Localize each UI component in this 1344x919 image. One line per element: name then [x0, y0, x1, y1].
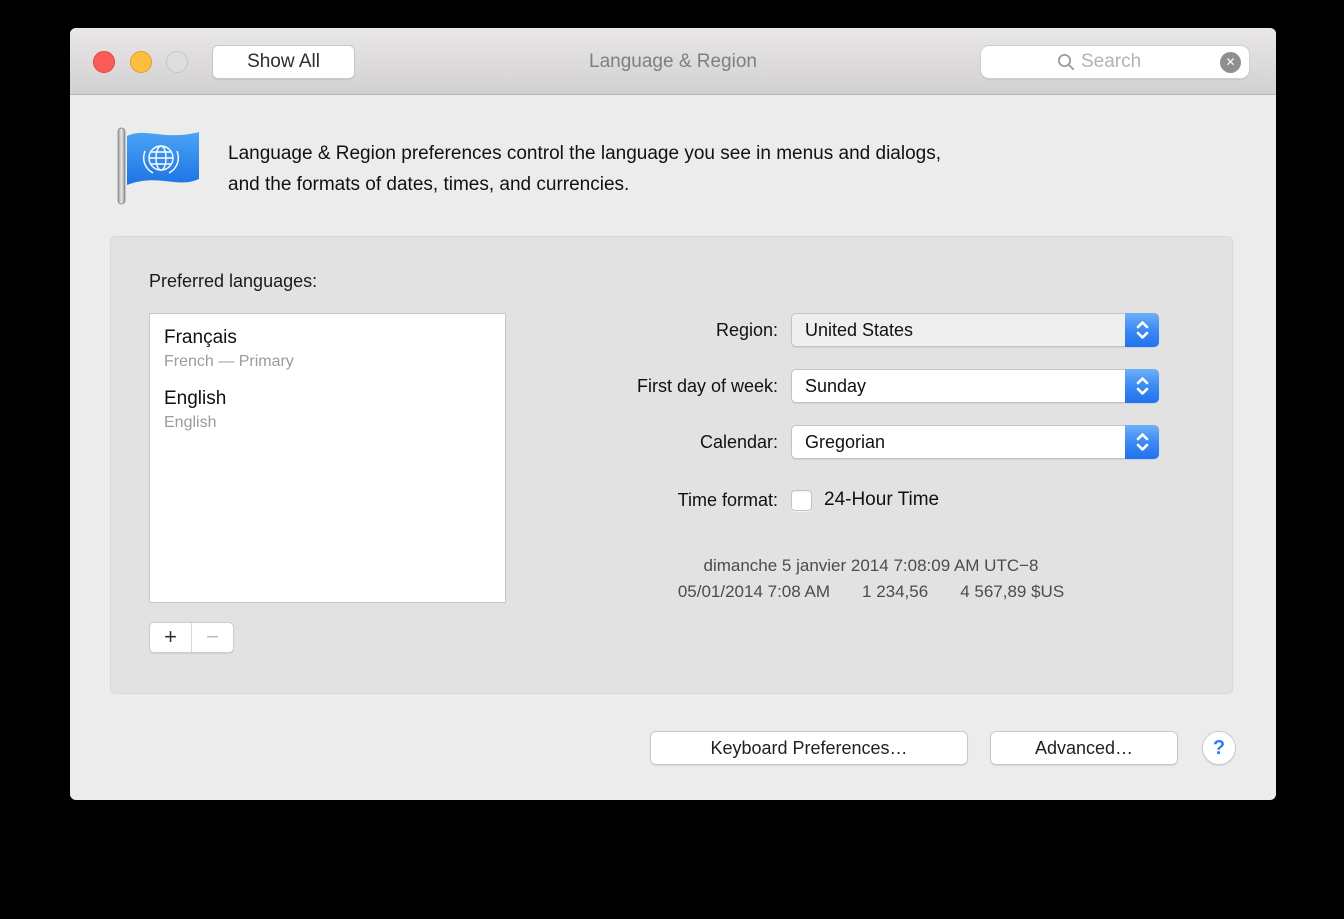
zoom-button-disabled: [166, 51, 188, 73]
help-button[interactable]: ?: [1202, 731, 1236, 765]
un-flag-icon: [111, 123, 203, 207]
add-language-button[interactable]: +: [150, 623, 191, 652]
advanced-button[interactable]: Advanced…: [990, 731, 1178, 765]
pane-description: Language & Region preferences control th…: [228, 138, 941, 200]
24-hour-time-checkbox[interactable]: [791, 490, 812, 511]
format-preview: dimanche 5 janvier 2014 7:08:09 AM UTC−8…: [541, 553, 1201, 605]
show-all-button[interactable]: Show All: [212, 45, 355, 79]
first-day-of-week-popup[interactable]: Sunday: [791, 369, 1159, 403]
popup-value: Sunday: [805, 370, 866, 402]
chevron-up-down-icon: [1125, 425, 1159, 459]
close-button[interactable]: [93, 51, 115, 73]
search-field[interactable]: ✕: [980, 45, 1250, 79]
minimize-button[interactable]: [130, 51, 152, 73]
region-label: Region:: [291, 313, 778, 347]
time-format-label: Time format:: [291, 485, 778, 515]
region-popup[interactable]: United States: [791, 313, 1159, 347]
preview-long-date: dimanche 5 janvier 2014 7:08:09 AM UTC−8: [541, 553, 1201, 579]
preferred-languages-label: Preferred languages:: [149, 271, 317, 292]
chevron-up-down-icon: [1125, 313, 1159, 347]
preferences-window: Show All Language & Region ✕: [70, 28, 1276, 800]
remove-language-button[interactable]: −: [192, 623, 233, 652]
24-hour-time-label: 24-Hour Time: [824, 485, 939, 515]
search-icon: [1057, 53, 1075, 71]
chevron-up-down-icon: [1125, 369, 1159, 403]
calendar-label: Calendar:: [291, 425, 778, 459]
keyboard-preferences-button[interactable]: Keyboard Preferences…: [650, 731, 968, 765]
clear-search-icon[interactable]: ✕: [1220, 52, 1241, 73]
preview-short-date: 05/01/2014 7:08 AM: [678, 579, 830, 605]
calendar-popup[interactable]: Gregorian: [791, 425, 1159, 459]
search-input[interactable]: [1081, 51, 1173, 73]
popup-value: Gregorian: [805, 426, 885, 458]
first-day-of-week-label: First day of week:: [291, 369, 778, 403]
preview-number: 1 234,56: [862, 579, 928, 605]
settings-panel: Preferred languages: Français French — P…: [110, 236, 1233, 694]
preview-currency: 4 567,89 $US: [960, 579, 1064, 605]
add-remove-control: + −: [149, 622, 234, 653]
title-bar: Show All Language & Region ✕: [70, 28, 1276, 95]
popup-value: United States: [805, 314, 913, 346]
